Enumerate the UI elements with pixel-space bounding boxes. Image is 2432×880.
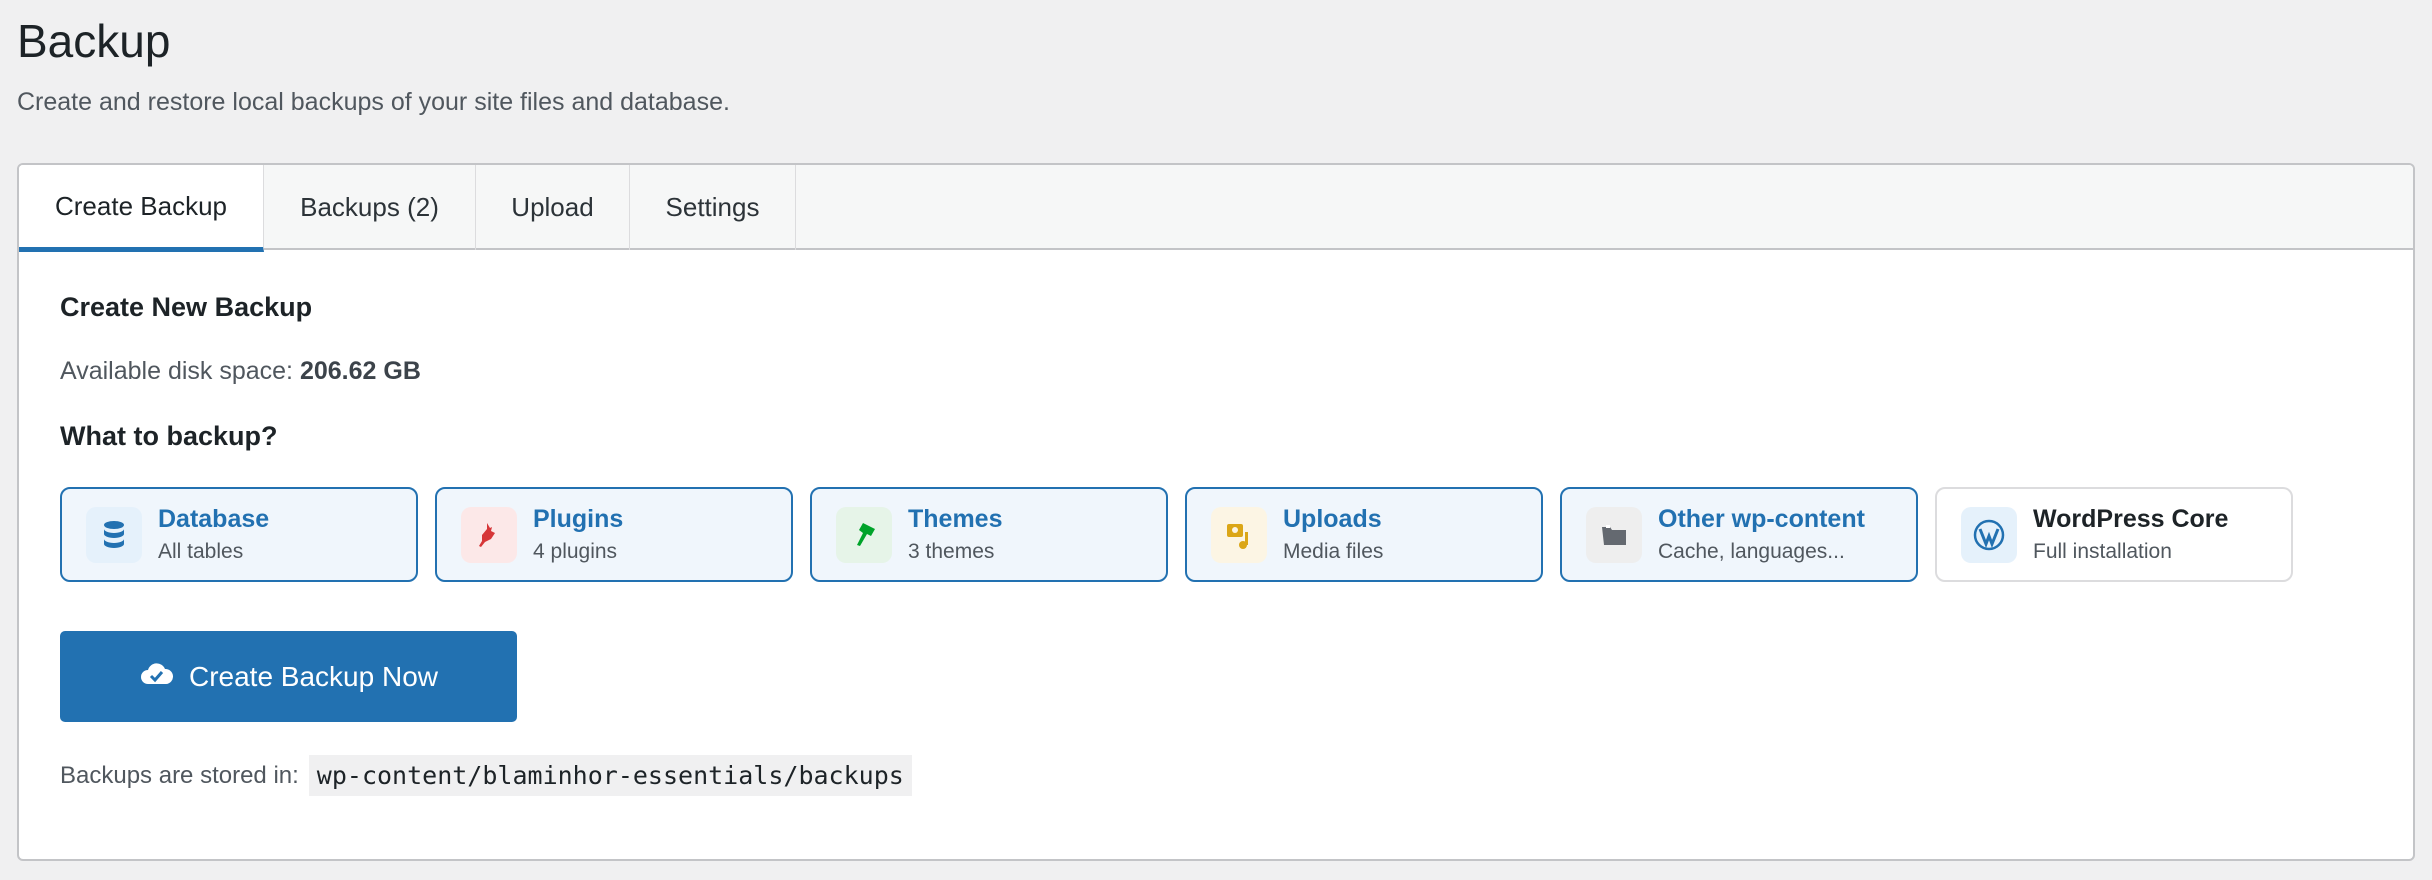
- tab-settings[interactable]: Settings: [630, 165, 796, 250]
- brush-icon: [836, 506, 892, 563]
- option-plugins[interactable]: Plugins 4 plugins: [435, 487, 793, 582]
- backup-options: Database All tables Plugins 4 plugins Them…: [60, 487, 2293, 582]
- option-themes[interactable]: Themes 3 themes: [810, 487, 1168, 582]
- section-heading: Create New Backup: [60, 292, 313, 322]
- option-label: Plugins: [533, 505, 624, 533]
- option-label: Themes: [908, 505, 1003, 533]
- option-wordpress-core[interactable]: WordPress Core Full installation: [1935, 487, 2293, 582]
- folder-icon: [1586, 506, 1642, 563]
- tab-upload[interactable]: Upload: [476, 165, 630, 250]
- disk-value: 206.62 GB: [299, 357, 421, 385]
- what-heading: What to backup?: [60, 421, 278, 451]
- create-backup-label: Create Backup Now: [188, 660, 438, 692]
- database-icon: [86, 506, 142, 563]
- option-sub: Media files: [1283, 540, 1384, 563]
- option-sub: All tables: [158, 540, 244, 563]
- tab-backups[interactable]: Backups (2): [264, 165, 476, 250]
- option-sub: 4 plugins: [533, 540, 618, 563]
- disk-label: Available disk space:: [60, 357, 294, 385]
- page-subtitle: Create and restore local backups of your…: [17, 88, 730, 116]
- backup-panel: Create Backup Backups (2) Upload Setting…: [17, 163, 2415, 861]
- option-sub: 3 themes: [908, 540, 995, 563]
- option-uploads[interactable]: Uploads Media files: [1185, 487, 1543, 582]
- page-title: Backup: [17, 15, 171, 67]
- plugin-icon: [461, 506, 517, 563]
- cloud-upload-icon: [139, 661, 173, 693]
- create-backup-button[interactable]: Create Backup Now: [60, 631, 517, 722]
- option-label: WordPress Core: [2033, 505, 2229, 533]
- option-database[interactable]: Database All tables: [60, 487, 418, 582]
- media-icon: [1211, 506, 1267, 563]
- option-label: Uploads: [1283, 505, 1382, 533]
- option-sub: Cache, languages...: [1658, 540, 1845, 563]
- option-label: Other wp-content: [1658, 505, 1865, 533]
- option-other-wp-content[interactable]: Other wp-content Cache, languages...: [1560, 487, 1918, 582]
- storage-label: Backups are stored in:: [60, 761, 299, 789]
- wordpress-icon: [1961, 506, 2017, 563]
- option-sub: Full installation: [2033, 540, 2172, 563]
- tab-bar: Create Backup Backups (2) Upload Setting…: [19, 165, 2413, 252]
- storage-path: wp-content/blaminhor-essentials/backups: [308, 755, 912, 796]
- disk-space: Available disk space: 206.62 GB: [60, 357, 421, 386]
- option-label: Database: [158, 505, 270, 533]
- tab-create-backup[interactable]: Create Backup: [19, 165, 264, 252]
- storage-info: Backups are stored in: wp-content/blamin…: [60, 755, 912, 796]
